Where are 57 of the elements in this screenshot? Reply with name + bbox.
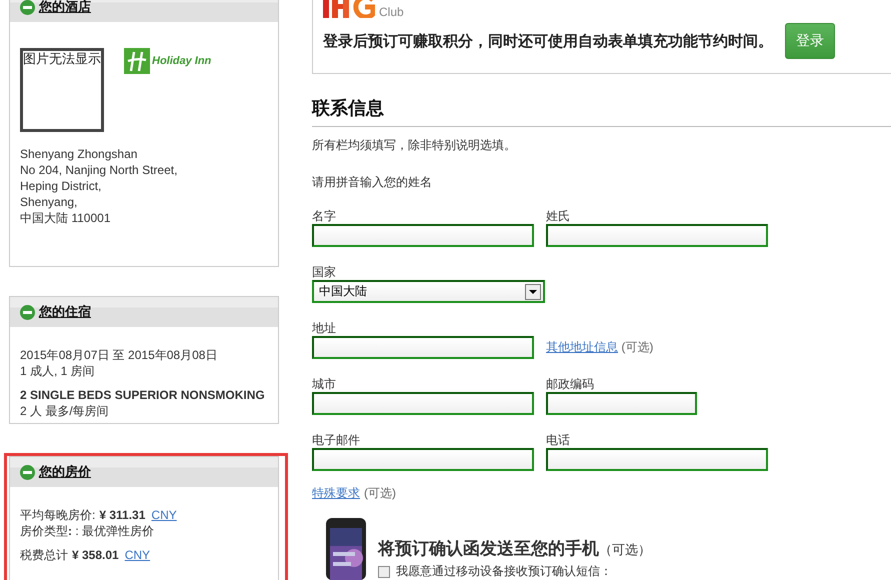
- login-button[interactable]: 登录: [785, 23, 835, 59]
- brand-name: Holiday Inn: [152, 55, 212, 67]
- field-label: 名字: [312, 208, 337, 224]
- input-field[interactable]: [546, 448, 768, 471]
- input-field[interactable]: [312, 336, 534, 359]
- field-label: 国家: [312, 264, 337, 280]
- panel-title[interactable]: 您的酒店: [39, 0, 91, 16]
- checkbox-label: 我愿意通过移动设备接收预订确认短信：: [396, 563, 612, 580]
- address-line: Heping District,: [20, 178, 102, 194]
- address-line: Shenyang Zhongshan: [20, 146, 138, 162]
- input-field[interactable]: [312, 224, 534, 247]
- total-label: 税费总计: [20, 548, 68, 562]
- name-hint: 请用拼音输入您的姓名: [312, 174, 433, 191]
- dropdown-icon[interactable]: [525, 284, 541, 300]
- occupancy-text: 2 人 最多/每房间: [20, 403, 110, 419]
- field-label: 电话: [546, 432, 571, 448]
- optional-note: （可选）: [599, 542, 651, 557]
- input-field[interactable]: [312, 392, 534, 415]
- image-alt-text: 图片无法显示: [23, 51, 101, 66]
- field-label: 邮政编码: [546, 376, 595, 392]
- collapse-icon[interactable]: [20, 304, 35, 320]
- special-request-link[interactable]: 特殊要求: [312, 485, 360, 502]
- address-line: No 204, Nanjing North Street,: [20, 162, 178, 178]
- price-label: 平均每晚房价:: [20, 508, 96, 522]
- panel-title[interactable]: 您的住宿: [39, 303, 91, 321]
- currency-link[interactable]: CNY: [151, 508, 177, 522]
- room-type: 2 SINGLE BEDS SUPERIOR NONSMOKING: [20, 387, 266, 403]
- login-message: 登录后预订可赚取积分，同时还可使用自动表单填充功能节约时间。: [323, 32, 773, 50]
- address-line: Shenyang,: [20, 194, 78, 210]
- collapse-icon[interactable]: [20, 0, 35, 14]
- field-label: 地址: [312, 320, 337, 336]
- field-label: 城市: [312, 376, 337, 392]
- address-link[interactable]: 其他地址信息: [546, 340, 618, 354]
- price-amount: ¥ 311.31: [99, 508, 146, 522]
- checkbox[interactable]: [378, 566, 390, 578]
- input-field[interactable]: [546, 224, 768, 247]
- address-line: 中国大陆 110001: [20, 210, 112, 226]
- country-dropdown[interactable]: 中国大陆: [312, 280, 545, 303]
- optional-note: (可选): [621, 340, 654, 354]
- input-field[interactable]: [546, 392, 697, 415]
- form-note: 所有栏均须填写，除非特别说明选填。: [312, 137, 517, 154]
- logo-icon: [124, 48, 150, 74]
- logo-icon: [323, 0, 375, 18]
- optional-note: (可选): [364, 485, 396, 502]
- stay-dates: 2015年08月07日 至 2015年08月08日: [20, 347, 218, 363]
- program-name: Club: [379, 7, 404, 18]
- section-heading: 联系信息: [312, 96, 891, 127]
- guest-count: 1 成人, 1 房间: [20, 363, 96, 379]
- collapse-icon[interactable]: [20, 464, 35, 480]
- input-field[interactable]: [312, 448, 534, 471]
- currency-link[interactable]: CNY: [124, 548, 150, 562]
- total-amount: ¥ 358.01: [72, 548, 119, 562]
- rate-type: 房价类型: : 最优弹性房价: [20, 524, 154, 538]
- panel-title[interactable]: 您的房价: [39, 463, 91, 481]
- field-label: 姓氏: [546, 208, 571, 224]
- field-label: 电子邮件: [312, 432, 361, 448]
- sms-title: 将预订确认函发送至您的手机: [378, 539, 599, 558]
